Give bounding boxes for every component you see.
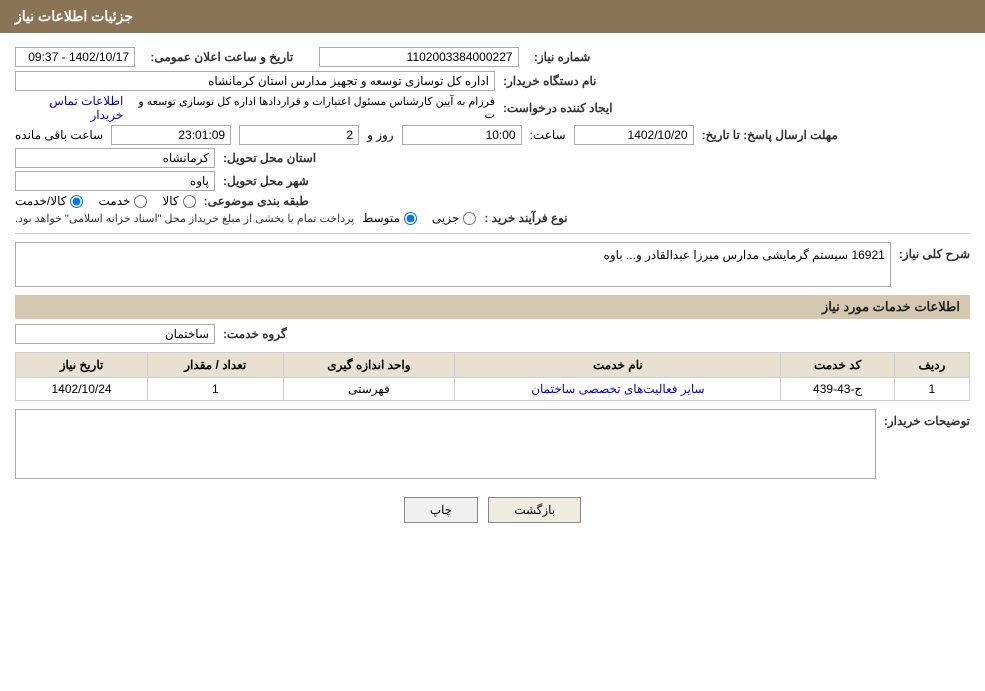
deadline-days-label: روز و <box>367 128 394 142</box>
description-value: 16921 سیستم گرمایشی مدارس میرزا عبدالقاد… <box>15 242 891 287</box>
creator-value: فرزام به آیین کارشناس مسئول اعتبارات و ق… <box>131 95 495 121</box>
buyer-org-value: اداره کل توسازی توسعه و تجهیز مدارس استا… <box>15 71 495 91</box>
service-group-label: گروه خدمت: <box>223 327 287 341</box>
creator-value-area: فرزام به آیین کارشناس مسئول اعتبارات و ق… <box>15 94 495 122</box>
page-header: جزئیات اطلاعات نیاز <box>0 0 985 33</box>
creator-link[interactable]: اطلاعات تماس خریدار <box>15 94 123 122</box>
purchase-option-motavasset: متوسط <box>362 211 417 225</box>
purchase-radio-group: جزیی متوسط <box>362 211 476 225</box>
divider-1 <box>15 233 970 234</box>
deadline-remaining: 23:01:09 <box>111 125 231 145</box>
deadline-label: مهلت ارسال پاسخ: تا تاریخ: <box>702 128 838 142</box>
purchase-radio-motavasset[interactable] <box>404 212 417 225</box>
deadline-remaining-label: ساعت باقی مانده <box>15 128 103 142</box>
services-section-header: اطلاعات خدمات مورد نیاز <box>15 295 970 319</box>
print-button[interactable]: چاپ <box>404 497 478 523</box>
category-radio-khedmat[interactable] <box>134 195 147 208</box>
col-header-code: کد خدمت <box>781 353 894 378</box>
purchase-label-motavasset: متوسط <box>362 211 400 225</box>
province-row: استان محل تحویل: کرمانشاه <box>15 148 970 168</box>
category-option-kala-khedmat: کالا/خدمت <box>15 194 83 208</box>
category-radio-kala[interactable] <box>183 195 196 208</box>
buyer-notes-textarea[interactable] <box>15 409 876 479</box>
cell-date: 1402/10/24 <box>16 378 148 401</box>
creator-row: ایجاد کننده درخواست: فرزام به آیین کارشن… <box>15 94 970 122</box>
deadline-date: 1402/10/20 <box>574 125 694 145</box>
cell-quantity: 1 <box>148 378 283 401</box>
back-button[interactable]: بازگشت <box>488 497 581 523</box>
deadline-days: 2 <box>239 125 359 145</box>
buttons-row: بازگشت چاپ <box>15 497 970 523</box>
service-group-value: ساختمان <box>15 324 215 344</box>
description-label: شرح کلی نیاز: <box>899 247 970 261</box>
need-number-label: شماره نیاز: <box>534 50 590 64</box>
category-radio-group: کالا خدمت کالا/خدمت <box>15 194 196 208</box>
col-header-unit: واحد اندازه گیری <box>283 353 455 378</box>
need-number-row: شماره نیاز: 1102003384000227 تاریخ و ساع… <box>15 47 970 67</box>
city-value: پاوه <box>15 171 215 191</box>
category-radio-kala-khedmat[interactable] <box>70 195 83 208</box>
category-label: طبقه بندی موضوعی: <box>204 194 309 208</box>
service-group-row: گروه خدمت: ساختمان <box>15 324 970 344</box>
province-value: کرمانشاه <box>15 148 215 168</box>
services-table: ردیف کد خدمت نام خدمت واحد اندازه گیری ت… <box>15 352 970 401</box>
buyer-notes-area <box>15 409 876 482</box>
city-label: شهر محل تحویل: <box>223 174 309 188</box>
description-row: شرح کلی نیاز: 16921 سیستم گرمایشی مدارس … <box>15 242 970 287</box>
category-option-khedmat: خدمت <box>98 194 147 208</box>
purchase-type-label: نوع فرآیند خرید : <box>484 211 567 225</box>
purchase-note: پرداخت تمام یا بخشی از مبلغ خریداز محل "… <box>15 212 354 225</box>
need-number-value: 1102003384000227 <box>319 47 519 67</box>
category-row: طبقه بندی موضوعی: کالا خدمت کالا/خدمت <box>15 194 970 208</box>
announce-label: تاریخ و ساعت اعلان عمومی: <box>150 50 293 64</box>
table-row: 1ج-43-439سایر فعالیت‌های تخصصی ساختمانفه… <box>16 378 970 401</box>
deadline-time-label: ساعت: <box>530 128 566 142</box>
city-row: شهر محل تحویل: پاوه <box>15 171 970 191</box>
cell-name: سایر فعالیت‌های تخصصی ساختمان <box>455 378 781 401</box>
main-content: شماره نیاز: 1102003384000227 تاریخ و ساع… <box>0 33 985 543</box>
cell-code: ج-43-439 <box>781 378 894 401</box>
deadline-time: 10:00 <box>402 125 522 145</box>
announce-value: 1402/10/17 - 09:37 <box>15 47 135 67</box>
cell-row: 1 <box>894 378 969 401</box>
header-title: جزئیات اطلاعات نیاز <box>15 8 133 24</box>
category-label-khedmat: خدمت <box>98 194 130 208</box>
purchase-label-jozi: جزیی <box>432 211 459 225</box>
buyer-notes-label: توضیحات خریدار: <box>884 414 970 428</box>
creator-label: ایجاد کننده درخواست: <box>503 101 613 115</box>
province-label: استان محل تحویل: <box>223 151 316 165</box>
cell-unit: فهرستی <box>283 378 455 401</box>
purchase-type-row: نوع فرآیند خرید : جزیی متوسط پرداخت تمام… <box>15 211 970 225</box>
purchase-radio-jozi[interactable] <box>463 212 476 225</box>
deadline-row: مهلت ارسال پاسخ: تا تاریخ: 1402/10/20 سا… <box>15 125 970 145</box>
buyer-org-label: نام دستگاه خریدار: <box>503 74 597 88</box>
page-wrapper: جزئیات اطلاعات نیاز شماره نیاز: 11020033… <box>0 0 985 691</box>
col-header-date: تاریخ نیاز <box>16 353 148 378</box>
purchase-option-jozi: جزیی <box>432 211 476 225</box>
col-header-name: نام خدمت <box>455 353 781 378</box>
buyer-notes-row: توضیحات خریدار: <box>15 409 970 482</box>
category-option-kala: کالا <box>162 194 195 208</box>
col-header-row: ردیف <box>894 353 969 378</box>
col-header-qty: تعداد / مقدار <box>148 353 283 378</box>
category-label-kala: کالا <box>162 194 178 208</box>
buyer-org-row: نام دستگاه خریدار: اداره کل توسازی توسعه… <box>15 71 970 91</box>
category-label-kala-khedmat: کالا/خدمت <box>15 194 66 208</box>
